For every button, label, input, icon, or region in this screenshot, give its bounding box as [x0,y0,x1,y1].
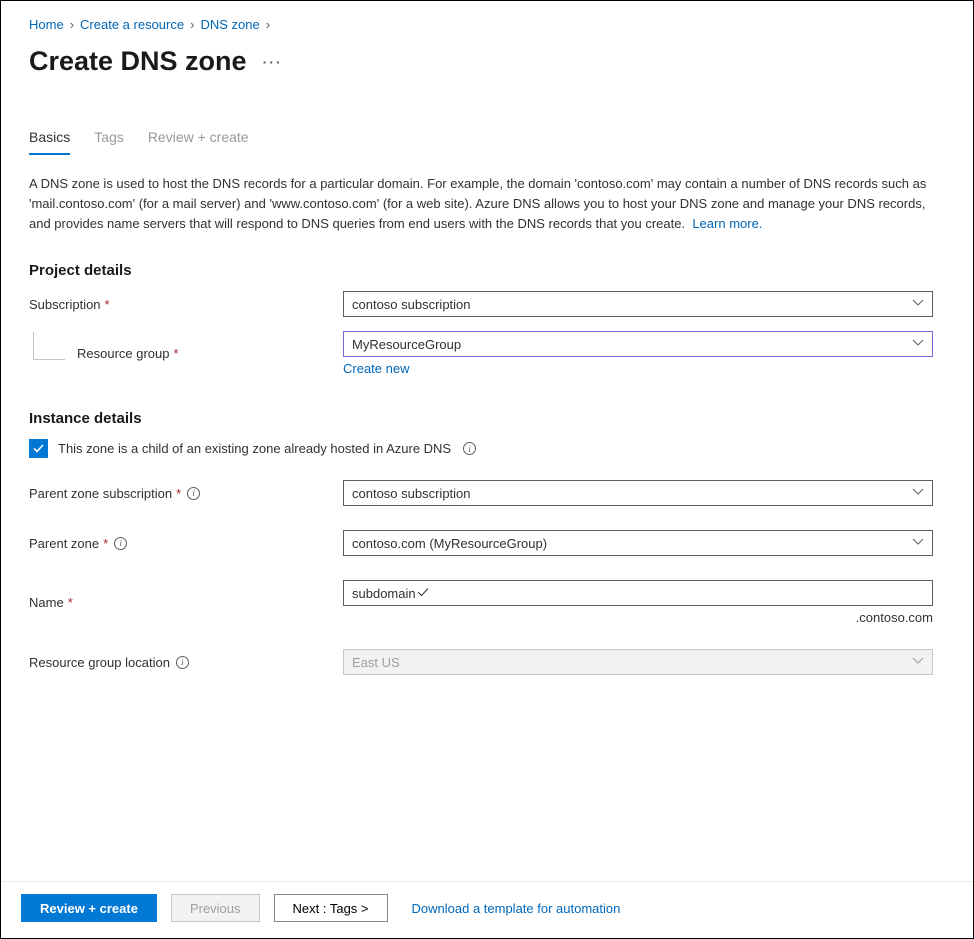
name-suffix: .contoso.com [343,610,933,625]
chevron-down-icon [912,536,924,551]
required-icon: * [105,297,110,312]
tab-tags[interactable]: Tags [94,123,124,155]
info-icon[interactable]: i [463,442,476,455]
resource-group-select[interactable]: MyResourceGroup [343,331,933,357]
child-zone-label: This zone is a child of an existing zone… [58,441,451,456]
tab-review-create[interactable]: Review + create [148,123,249,155]
tab-basics[interactable]: Basics [29,123,70,155]
chevron-right-icon: › [266,17,270,32]
section-project-details: Project details [29,262,945,279]
section-instance-details: Instance details [29,410,945,427]
footer: Review + create Previous Next : Tags > D… [1,881,973,938]
required-icon: * [174,346,179,361]
chevron-down-icon [912,337,924,352]
breadcrumb: Home › Create a resource › DNS zone › [29,13,945,40]
parent-zone-label: Parent zone [29,536,99,551]
parent-zone-select[interactable]: contoso.com (MyResourceGroup) [343,530,933,556]
check-icon [416,585,430,602]
subscription-select[interactable]: contoso subscription [343,291,933,317]
info-icon[interactable]: i [176,656,189,669]
chevron-down-icon [912,297,924,312]
create-new-link[interactable]: Create new [343,361,409,376]
required-icon: * [103,536,108,551]
previous-button: Previous [171,894,260,922]
parent-subscription-label: Parent zone subscription [29,486,172,501]
review-create-button[interactable]: Review + create [21,894,157,922]
rg-location-select: East US [343,649,933,675]
learn-more-link[interactable]: Learn more. [692,216,762,231]
child-zone-checkbox[interactable] [29,439,48,458]
breadcrumb-home[interactable]: Home [29,17,64,32]
description-text: A DNS zone is used to host the DNS recor… [29,174,939,234]
parent-subscription-select[interactable]: contoso subscription [343,480,933,506]
breadcrumb-create-resource[interactable]: Create a resource [80,17,184,32]
breadcrumb-dns-zone[interactable]: DNS zone [200,17,259,32]
next-button[interactable]: Next : Tags > [274,894,388,922]
chevron-down-icon [912,655,924,670]
required-icon: * [68,595,73,610]
required-icon: * [176,486,181,501]
page-title: Create DNS zone ··· [29,46,945,77]
rg-location-label: Resource group location [29,655,170,670]
name-input[interactable]: subdomain [343,580,933,606]
info-icon[interactable]: i [187,487,200,500]
chevron-right-icon: › [70,17,74,32]
subscription-label: Subscription [29,297,101,312]
tabs: Basics Tags Review + create [29,123,945,156]
chevron-right-icon: › [190,17,194,32]
resource-group-label: Resource group [77,346,170,361]
chevron-down-icon [912,486,924,501]
info-icon[interactable]: i [114,537,127,550]
name-label: Name [29,595,64,610]
indent-elbow-icon [33,332,65,360]
more-icon[interactable]: ··· [263,54,283,70]
download-template-link[interactable]: Download a template for automation [412,901,621,916]
